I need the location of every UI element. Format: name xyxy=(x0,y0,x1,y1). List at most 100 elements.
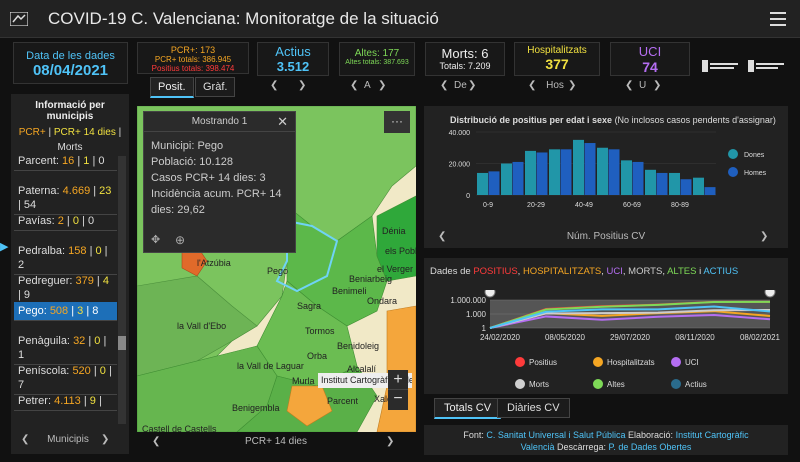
municipality-name: Petrer: xyxy=(18,395,52,407)
next-arrow-icon[interactable]: ❯ xyxy=(468,80,482,91)
tab-totals-cv[interactable]: Totals CV xyxy=(434,398,502,419)
prev-arrow-icon[interactable]: ❮ xyxy=(625,80,639,91)
x-tick-label: 20-29 xyxy=(527,202,545,209)
municipality-pcr: 4.669 xyxy=(62,185,91,197)
municipality-row[interactable]: Paterna: 4.669 | 23 | 54 xyxy=(14,182,117,215)
municipality-row[interactable]: Parcent: 16 | 1 | 0 xyxy=(14,152,117,171)
prev-arrow-icon[interactable]: ❮ xyxy=(21,434,35,445)
map-place-label: l'Atzúbia xyxy=(197,258,231,268)
map-place-label: Murla xyxy=(292,376,315,386)
municipality-row[interactable]: Pavías: 2 | 0 | 0 xyxy=(14,212,117,231)
bar xyxy=(656,172,668,195)
age-distribution-panel: Distribució de positius per edat i sexe … xyxy=(424,106,788,248)
zoom-in-icon[interactable]: + xyxy=(388,370,408,390)
footer-icv-link-2[interactable]: Valencià xyxy=(521,442,555,452)
uci-card: UCI 74 xyxy=(610,42,690,76)
map-place-label: la Vall d'Ebo xyxy=(177,321,227,331)
y-tick-label: 1.000.000 xyxy=(450,296,486,305)
zoom-to-icon[interactable]: ⊕ xyxy=(175,233,185,247)
tab-posit[interactable]: Posit. xyxy=(150,77,194,98)
next-arrow-icon[interactable]: ❯ xyxy=(653,80,667,91)
footer-open-data-link[interactable]: P. de Dades Obertes xyxy=(609,442,692,452)
bar xyxy=(608,149,620,195)
map-place-label: Sagra xyxy=(297,301,322,311)
municipality-row[interactable]: Pedralba: 158 | 0 | 2 xyxy=(14,242,117,275)
municipality-name: Pavías: xyxy=(18,215,55,227)
municipality-pcr14: 23 xyxy=(99,185,112,197)
pan-icon[interactable]: ✥ xyxy=(151,233,160,246)
footer-source-link[interactable]: C. Sanitat Universal i Salut Pública xyxy=(486,430,625,440)
municipality-morts: 0 xyxy=(98,155,105,167)
legend-label: UCI xyxy=(685,358,699,367)
pcr-line2: PCR+ totals: 386.945 xyxy=(154,55,232,64)
map-place-label: el Verger xyxy=(377,264,414,274)
bar xyxy=(536,152,548,195)
municipality-pcr14: 9 xyxy=(89,395,96,407)
prev-arrow-icon[interactable]: ❮ xyxy=(152,436,166,447)
next-arrow-icon[interactable]: ❯ xyxy=(568,80,582,91)
altes-sub: Altes totals: 387.693 xyxy=(345,59,409,66)
info-popup: Mostrando 1 ✕ Municipi: Pego Població: 1… xyxy=(143,111,296,253)
legend-label: Morts xyxy=(529,380,549,389)
map-place-label: Dénia xyxy=(382,226,406,236)
municipality-pcr: 508 xyxy=(49,305,69,317)
y-tick-label: 20.000 xyxy=(449,162,471,169)
next-arrow-icon[interactable]: ❯ xyxy=(101,434,115,445)
prev-arrow-icon[interactable]: ❮ xyxy=(438,231,452,242)
more-options-icon[interactable]: ··· xyxy=(384,111,410,133)
municipality-row[interactable]: Petrer: 4.113 | 9 | xyxy=(14,392,117,411)
trend-title-prefix: Dades de xyxy=(430,266,471,277)
trend-key-hosp: HOSPITALITZATS xyxy=(522,266,602,277)
municipality-row[interactable]: Pedreguer: 379 | 4 | 9 xyxy=(14,272,117,305)
morts-label: Morts: 6 xyxy=(441,46,489,61)
municipality-panel: Informació per municipis PCR+ | PCR+ 14 … xyxy=(11,94,129,454)
bar xyxy=(573,139,584,195)
hosp-value: 377 xyxy=(545,56,569,72)
bar xyxy=(525,150,536,195)
popup-body: Municipi: Pego Població: 10.128 Casos PC… xyxy=(144,132,295,224)
x-tick-label: 60-69 xyxy=(623,202,641,209)
prev-arrow-icon[interactable]: ❮ xyxy=(440,80,454,91)
zoom-controls: + − xyxy=(388,370,408,410)
prev-arrow-icon[interactable]: ❮ xyxy=(528,80,542,91)
next-arrow-icon[interactable]: ❯ xyxy=(760,231,774,242)
uci-value: 74 xyxy=(642,59,658,75)
trend-title: Dades de POSITIUS, HOSPITALITZATS, UCI, … xyxy=(430,266,739,277)
list-scrollbar[interactable] xyxy=(118,156,126,424)
next-arrow-icon[interactable]: ❯ xyxy=(298,80,312,91)
bar xyxy=(488,171,500,195)
x-tick-label: 08/05/2020 xyxy=(545,333,586,342)
hosp-nav-label: Hos xyxy=(546,80,564,91)
next-arrow-icon[interactable]: ❯ xyxy=(386,436,400,447)
y-tick-label: 0 xyxy=(466,193,470,200)
tab-graf[interactable]: Gràf. xyxy=(195,77,236,97)
popup-line: Població: 10.128 xyxy=(151,156,233,168)
age-chart-bottom-label: Núm. Positius CV xyxy=(566,231,646,242)
municipality-row[interactable]: Pego: 508 | 3 | 8 xyxy=(14,302,117,321)
municipality-row[interactable]: Peníscola: 520 | 0 | 7 xyxy=(14,362,117,395)
hosp-nav: ❮ Hos ❯ xyxy=(528,80,582,91)
side-expand-icon[interactable]: ▶ xyxy=(0,240,8,253)
map-nav-label: PCR+ 14 dies xyxy=(245,436,307,447)
bar xyxy=(693,177,704,195)
uci-nav: ❮ U ❯ xyxy=(625,80,667,91)
zoom-out-icon[interactable]: − xyxy=(388,390,408,410)
app-header: COVID-19 C. Valenciana: Monitoratge de l… xyxy=(0,0,800,38)
prev-arrow-icon[interactable]: ❮ xyxy=(270,80,284,91)
date-label: Data de les dades xyxy=(26,50,115,62)
scrollbar-thumb[interactable] xyxy=(118,336,126,350)
footer-icv-link[interactable]: Institut Cartogràfic xyxy=(676,430,749,440)
actius-label: Actius xyxy=(275,44,311,59)
municipality-list[interactable]: Parcent: 16 | 1 | 0 Paterna: 4.669 | 23 |… xyxy=(11,152,129,424)
prev-arrow-icon[interactable]: ❮ xyxy=(350,80,364,91)
pcr-card: PCR+: 173 PCR+ totals: 386.945 Positius … xyxy=(137,42,249,74)
map-place-label: els Poblets xyxy=(385,246,416,256)
bar xyxy=(704,187,716,195)
x-tick-label: 08/02/2021 xyxy=(740,333,781,342)
morts-nav-label: De xyxy=(454,80,467,91)
municipality-row[interactable]: Penàguila: 32 | 0 | 1 xyxy=(14,332,117,365)
hamburger-menu-icon[interactable] xyxy=(770,12,786,26)
tab-diaries-cv[interactable]: Diàries CV xyxy=(497,398,570,418)
next-arrow-icon[interactable]: ❯ xyxy=(378,80,392,91)
close-icon[interactable]: ✕ xyxy=(277,112,288,132)
